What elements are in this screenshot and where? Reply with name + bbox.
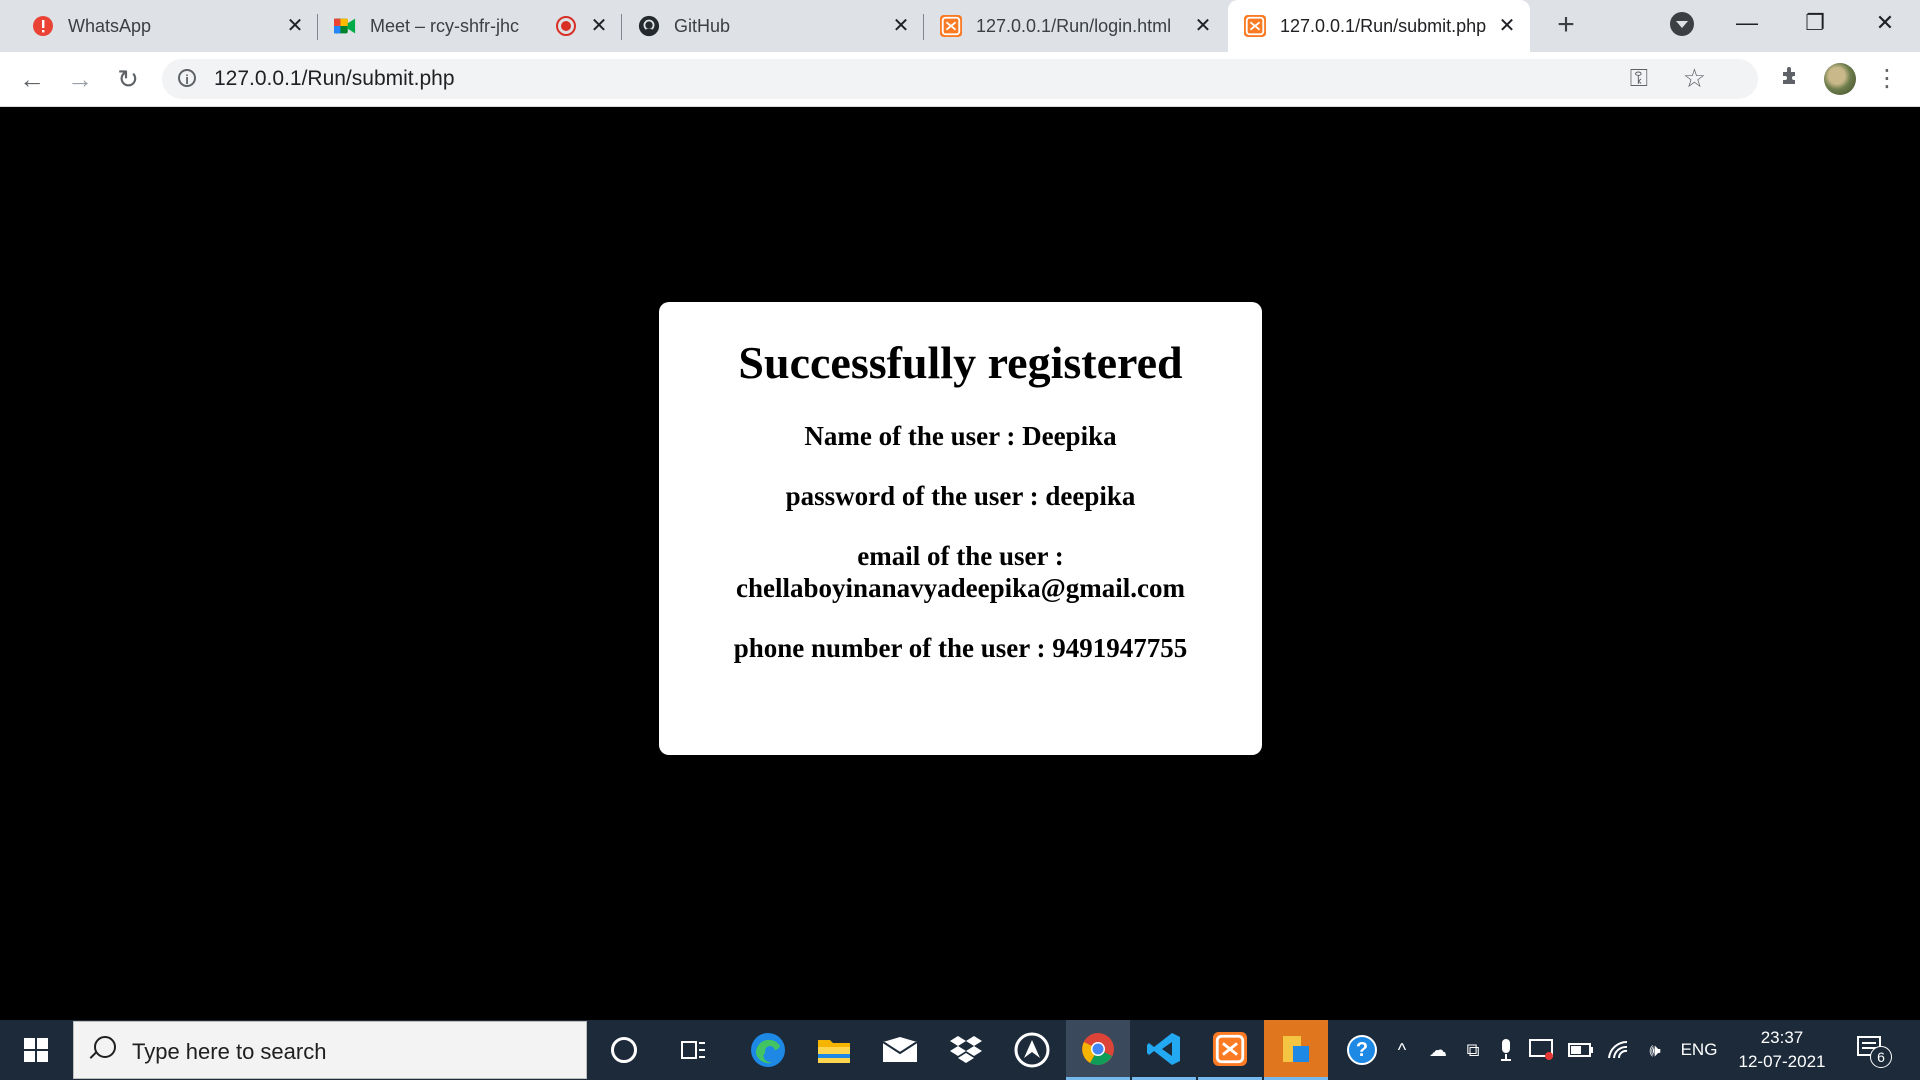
tab-title: WhatsApp [68,15,152,36]
close-tab-icon[interactable]: ✕ [284,15,306,37]
taskbar-clock[interactable]: 23:37 12-07-2021 [1724,1026,1840,1074]
user-password-line: password of the user : deepika [785,481,1136,511]
notification-center-icon[interactable]: 6 [1856,1034,1892,1068]
user-email-label: email of the user : [857,541,1064,571]
task-view-icon[interactable] [662,1020,726,1080]
battery-icon[interactable] [1564,1020,1598,1080]
onedrive-cloud-icon[interactable]: ☁ [1422,1020,1454,1080]
tab-title: 127.0.0.1/Run/submit.php [1280,15,1487,36]
profile-avatar[interactable] [1824,63,1856,95]
tab-login[interactable]: 127.0.0.1/Run/login.html ✕ [924,0,1226,52]
tab-github[interactable]: GitHub ✕ [622,0,924,52]
url-text[interactable]: 127.0.0.1/Run/submit.php [214,67,455,91]
extensions-puzzle-icon[interactable] [1776,64,1806,94]
mail-icon[interactable] [868,1020,932,1080]
app-shield-icon[interactable] [1000,1020,1064,1080]
reload-icon[interactable]: ↻ [112,63,144,95]
xampp-icon [940,15,962,37]
windows-taskbar: Type here to search ? ^ ☁ ⧉ 🕪 ENG 23:37 … [0,1020,1920,1080]
tab-strip: WhatsApp ✕ Meet – rcy-shfr-jhc ✕ GitHub … [0,0,1920,52]
close-tab-icon[interactable]: ✕ [1192,15,1214,37]
success-heading: Successfully registered [738,337,1183,388]
search-icon [94,1036,116,1058]
dropbox-icon[interactable] [934,1020,998,1080]
password-key-icon[interactable]: ⚿ [1630,65,1648,93]
volume-icon[interactable]: 🕪 [1638,1020,1672,1080]
wifi-icon[interactable] [1602,1020,1636,1080]
show-hidden-icons-chevron-icon[interactable]: ^ [1388,1020,1416,1080]
clock-time: 23:37 [1760,1028,1804,1047]
language-indicator[interactable]: ENG [1676,1020,1722,1080]
screen-record-icon[interactable] [1524,1020,1560,1080]
user-name-line: Name of the user : Deepika [804,421,1117,451]
back-arrow-icon[interactable]: ← [16,63,48,95]
forward-arrow-icon[interactable]: → [64,63,96,95]
user-phone-line: phone number of the user : 9491947755 [733,633,1188,663]
notification-count-badge: 6 [1870,1046,1892,1068]
xampp-taskbar-icon[interactable] [1198,1020,1262,1080]
tab-meet[interactable]: Meet – rcy-shfr-jhc ✕ [318,0,622,52]
tab-search-icon[interactable] [1670,12,1694,36]
filezilla-folder-icon[interactable] [1264,1020,1328,1080]
search-placeholder: Type here to search [132,1039,327,1064]
minimize-icon[interactable]: — [1722,6,1772,40]
browser-toolbar: ← → ↻ i 127.0.0.1/Run/submit.php ⚿ ☆ ⋮ [0,52,1920,107]
github-icon [638,15,660,37]
google-meet-icon [334,15,356,37]
user-email-value: chellaboyinanavyadeepika@gmail.com [736,573,1185,603]
edge-browser-icon[interactable] [736,1020,800,1080]
close-tab-icon[interactable]: ✕ [588,15,610,37]
tab-title: 127.0.0.1/Run/login.html [976,15,1172,36]
file-explorer-icon[interactable] [802,1020,866,1080]
vscode-icon[interactable] [1132,1020,1196,1080]
address-bar[interactable]: i 127.0.0.1/Run/submit.php ⚿ ☆ [162,59,1758,99]
restore-icon[interactable]: ❐ [1790,6,1840,40]
close-tab-icon[interactable]: ✕ [1496,15,1518,37]
windows-start-icon[interactable] [0,1020,72,1080]
meet-tray-icon[interactable]: ⧉ [1458,1020,1488,1080]
chrome-icon[interactable] [1066,1020,1130,1080]
site-info-icon[interactable]: i [178,69,196,87]
help-icon[interactable]: ? [1340,1020,1384,1080]
cortana-icon[interactable] [592,1020,656,1080]
bookmark-star-icon[interactable]: ☆ [1683,63,1706,94]
tab-whatsapp[interactable]: WhatsApp ✕ [0,0,318,52]
page-content: Successfully registered Name of the user… [0,107,1920,1019]
taskbar-search-input[interactable]: Type here to search [73,1021,587,1079]
close-window-icon[interactable]: ✕ [1860,6,1910,40]
clock-date: 12-07-2021 [1738,1052,1826,1071]
registration-card: Successfully registered Name of the user… [659,302,1262,755]
tab-title: GitHub [674,15,731,36]
close-tab-icon[interactable]: ✕ [890,15,912,37]
xampp-icon [1244,15,1266,37]
menu-kebab-icon[interactable]: ⋮ [1872,64,1902,94]
new-tab-button[interactable]: + [1550,10,1582,42]
recording-icon [556,16,576,36]
whatsapp-alert-icon [32,15,54,37]
microphone-icon[interactable] [1492,1020,1520,1080]
tab-submit[interactable]: 127.0.0.1/Run/submit.php ✕ [1228,0,1530,52]
tab-title: Meet – rcy-shfr-jhc [370,15,520,36]
